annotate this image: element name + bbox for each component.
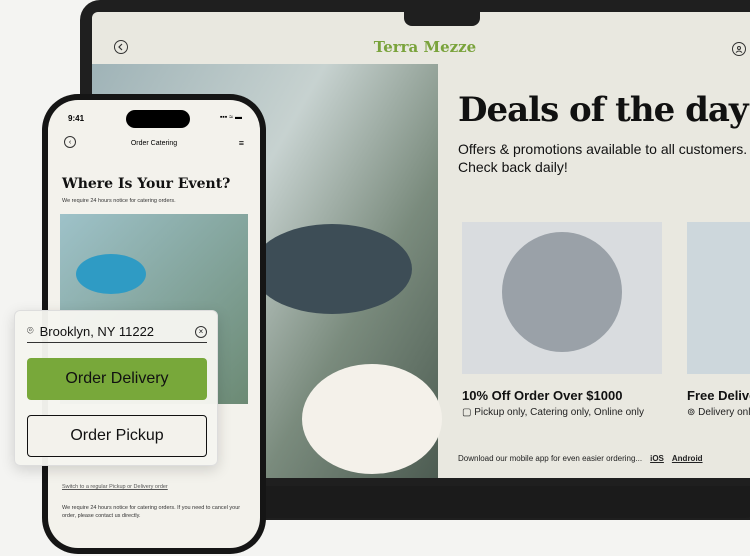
dynamic-island: [126, 110, 190, 128]
deal-card[interactable]: Free Delive ⊚ Delivery only: [687, 222, 750, 418]
deal-card[interactable]: 10% Off Order Over $1000 ▢ Pickup only, …: [462, 222, 662, 418]
deals-title: Deals of the day: [458, 90, 749, 130]
order-type-card: ⌾ Brooklyn, NY 11222 × Order Delivery Or…: [14, 310, 218, 466]
deal-card-image: [687, 222, 750, 374]
app-download-line: Download our mobile app for even easier …: [458, 454, 703, 463]
order-delivery-button[interactable]: Order Delivery: [27, 358, 207, 400]
dark-bowl: [252, 224, 412, 314]
brand-logo[interactable]: Terra Mezze: [92, 38, 750, 56]
delivery-icon: ⊚: [687, 407, 699, 418]
event-subtitle: We require 24 hours notice for catering …: [62, 198, 176, 204]
deal-card-meta: ⊚ Delivery only: [687, 407, 750, 418]
location-pin-icon: ⌾: [27, 325, 34, 337]
deal-card-title: 10% Off Order Over $1000: [462, 388, 623, 403]
camera-notch: [404, 12, 480, 26]
order-pickup-button[interactable]: Order Pickup: [27, 415, 207, 457]
clear-icon[interactable]: ×: [195, 325, 207, 338]
deal-card-meta: ▢ Pickup only, Catering only, Online onl…: [462, 407, 644, 418]
status-icons: ▪▪▪ ≈ ▬: [219, 114, 242, 121]
location-field[interactable]: ⌾ Brooklyn, NY 11222 ×: [27, 321, 207, 343]
location-value: Brooklyn, NY 11222: [39, 324, 155, 339]
site-header: Terra Mezze: [92, 26, 750, 66]
status-time: 9:41: [68, 114, 85, 123]
switch-order-link[interactable]: Switch to a regular Pickup or Delivery o…: [62, 484, 168, 490]
event-title: Where Is Your Event?: [62, 176, 231, 192]
bag-icon: ▢: [462, 407, 475, 418]
deal-card-image: [462, 222, 662, 374]
catering-note: We require 24 hours notice for catering …: [62, 505, 241, 519]
menu-icon[interactable]: ≡: [239, 138, 244, 148]
user-icon[interactable]: [732, 42, 746, 56]
ios-link[interactable]: iOS: [650, 454, 664, 463]
deals-subtitle: Offers & promotions available to all cus…: [458, 141, 748, 175]
white-plate: [302, 364, 442, 474]
phone-header: ‹ Order Catering ≡: [48, 134, 260, 154]
phone-header-title: Order Catering: [130, 140, 178, 147]
android-link[interactable]: Android: [672, 454, 703, 463]
deal-card-title: Free Delive: [687, 388, 750, 403]
